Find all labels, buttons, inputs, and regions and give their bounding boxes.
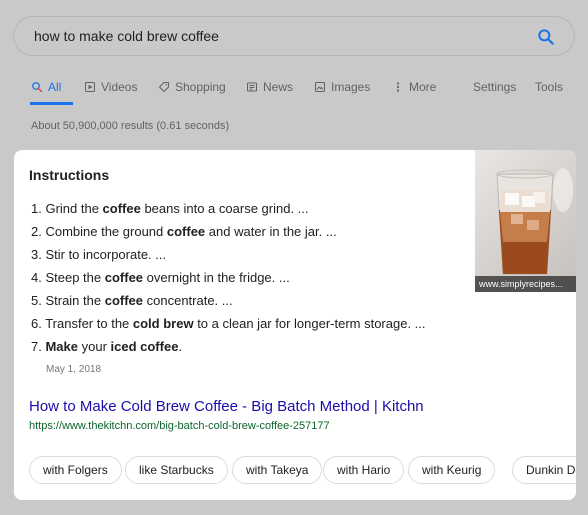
tab-label: News — [263, 80, 294, 94]
active-tab-indicator — [30, 102, 73, 105]
step-text: . — [178, 339, 183, 354]
tab-settings[interactable]: Settings — [473, 80, 516, 94]
tab-label: Images — [331, 80, 371, 94]
tab-label: Tools — [535, 80, 564, 94]
instruction-step: 4. Steep the coffee overnight in the fri… — [31, 266, 426, 289]
chip-starbucks[interactable]: like Starbucks — [125, 456, 228, 484]
image-icon — [315, 82, 325, 92]
chip-takeya[interactable]: with Takeya — [232, 456, 323, 484]
search-bar[interactable]: how to make cold brew coffee — [13, 16, 575, 56]
step-text: overnight in the fridge. ... — [143, 270, 290, 285]
result-title-link[interactable]: How to Make Cold Brew Coffee - Big Batch… — [29, 398, 424, 415]
tab-images[interactable]: Images — [314, 80, 370, 94]
snippet-image[interactable]: www.simplyrecipes... — [475, 150, 576, 292]
chip-keurig[interactable]: with Keurig — [408, 456, 496, 484]
bold-term: coffee — [104, 293, 144, 308]
related-search-chips: with Folgers like Starbucks with Takeya … — [29, 456, 576, 486]
step-text: 4. Steep the — [31, 270, 105, 285]
step-text: beans into a coarse grind. ... — [140, 201, 309, 216]
play-icon — [85, 82, 95, 92]
snippet-date: May 1, 2018 — [46, 364, 102, 375]
bold-term: coffee — [104, 270, 144, 285]
step-text: 1. Grind the — [31, 201, 103, 216]
step-text: concentrate. ... — [143, 293, 233, 308]
step-text: 3. Stir to incorporate. ... — [31, 247, 167, 262]
tab-label: All — [48, 80, 62, 94]
result-url[interactable]: https://www.thekitchn.com/big-batch-cold… — [29, 420, 330, 432]
tag-icon — [159, 82, 169, 92]
bold-term: Make — [45, 339, 78, 354]
image-source-caption: www.simplyrecipes... — [475, 276, 576, 292]
instruction-step: 5. Strain the coffee concentrate. ... — [31, 289, 426, 312]
search-icon — [32, 82, 43, 93]
chip-dunkin[interactable]: Dunkin Donuts — [512, 456, 576, 484]
step-text: 5. Strain the — [31, 293, 105, 308]
tab-label: Shopping — [175, 80, 226, 94]
tab-label: Videos — [101, 80, 138, 94]
step-text: 7. — [31, 339, 46, 354]
tab-shopping[interactable]: Shopping — [158, 80, 226, 94]
tab-videos[interactable]: Videos — [84, 80, 137, 94]
step-text: to a clean jar for longer-term storage. … — [193, 316, 426, 331]
bold-term: cold brew — [132, 316, 194, 331]
news-icon — [247, 82, 257, 92]
bold-term: coffee — [166, 224, 206, 239]
featured-snippet: Instructions 1. Grind the coffee beans i… — [14, 150, 576, 500]
bold-term: coffee — [102, 201, 141, 216]
instruction-step: 3. Stir to incorporate. ... — [31, 243, 426, 266]
tab-tools[interactable]: Tools — [535, 80, 563, 94]
step-text: and water in the jar. ... — [205, 224, 337, 239]
instruction-list: 1. Grind the coffee beans into a coarse … — [31, 197, 426, 358]
instruction-step: 2. Combine the ground coffee and water i… — [31, 220, 426, 243]
snippet-heading: Instructions — [29, 167, 110, 183]
search-query[interactable]: how to make cold brew coffee — [34, 28, 219, 44]
search-icon[interactable] — [536, 27, 556, 47]
step-text: your — [78, 339, 111, 354]
instruction-step: 1. Grind the coffee beans into a coarse … — [31, 197, 426, 220]
bold-term: iced coffee — [110, 339, 179, 354]
search-tabs: All Videos Shopping News Images More Set… — [0, 72, 588, 106]
chip-hario[interactable]: with Hario — [323, 456, 405, 484]
chip-folgers[interactable]: with Folgers — [29, 456, 122, 484]
more-vert-icon — [396, 82, 400, 92]
instruction-step: 7. Make your iced coffee. — [31, 335, 426, 358]
tab-more[interactable]: More — [392, 80, 436, 94]
step-text: 2. Combine the ground — [31, 224, 167, 239]
tab-news[interactable]: News — [246, 80, 293, 94]
iced-coffee-photo — [496, 168, 573, 275]
instruction-step: 6. Transfer to the cold brew to a clean … — [31, 312, 426, 335]
tab-label: Settings — [473, 80, 517, 94]
result-stats: About 50,900,000 results (0.61 seconds) — [31, 120, 230, 132]
tab-label: More — [409, 80, 437, 94]
step-text: 6. Transfer to the — [31, 316, 133, 331]
tab-all[interactable]: All — [31, 80, 61, 94]
